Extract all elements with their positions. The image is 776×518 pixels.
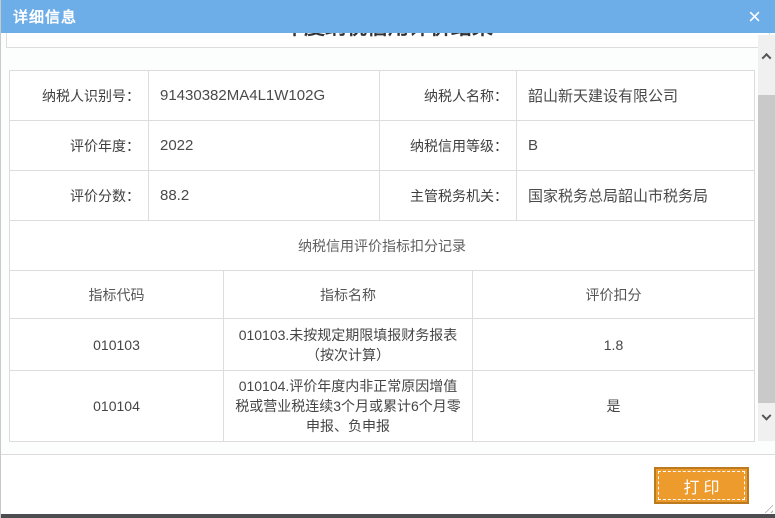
close-icon[interactable]: × (746, 6, 763, 28)
indicator-code: 010104 (10, 371, 223, 441)
table-row: 010103 010103.未按规定期限填报财务报表（按次计算） 1.8 (10, 319, 754, 371)
credit-grade-label: 纳税信用等级： (379, 121, 516, 170)
scroll-down-button[interactable] (758, 403, 775, 433)
modal-title: 详细信息 (13, 6, 77, 27)
indicator-code: 010103 (10, 319, 223, 370)
clipped-page-heading: 年度纳税信用评价结果 (283, 33, 493, 41)
table-row: 评价年度： 2022 纳税信用等级： B (10, 121, 754, 171)
taxpayer-name-value: 韶山新天建设有限公司 (516, 71, 754, 120)
tax-authority-value: 国家税务总局韶山市税务局 (516, 171, 754, 220)
eval-score-value: 88.2 (148, 171, 379, 220)
chevron-down-icon (762, 410, 772, 420)
eval-deduction: 是 (472, 371, 754, 441)
credit-grade-value: B (516, 121, 754, 170)
modal-content: 年度纳税信用评价结果 纳税人识别号： 91430382MA4L1W102G 纳税… (1, 33, 775, 455)
deduction-record-section-title: 纳税信用评价指标扣分记录 (10, 221, 754, 271)
taxpayer-info-table: 纳税人识别号： 91430382MA4L1W102G 纳税人名称： 韶山新天建设… (9, 70, 755, 442)
tax-authority-label: 主管税务机关： (379, 171, 516, 220)
print-button[interactable]: 打印 (654, 467, 749, 504)
eval-year-value: 2022 (148, 121, 379, 170)
col-eval-deduction: 评价扣分 (472, 271, 754, 318)
detail-modal: 详细信息 × 年度纳税信用评价结果 纳税人识别号： 91430382MA4L1W… (0, 0, 776, 518)
table-row: 010104 010104.评价年度内非正常原因增值税或营业税连续3个月或累计6… (10, 371, 754, 442)
table-row: 纳税人识别号： 91430382MA4L1W102G 纳税人名称： 韶山新天建设… (10, 71, 754, 121)
detail-table-header: 指标代码 指标名称 评价扣分 (10, 271, 754, 319)
scroll-up-button[interactable] (758, 41, 775, 71)
clipped-page-card: 年度纳税信用评价结果 (6, 33, 770, 48)
chevron-up-icon (762, 52, 772, 62)
table-row: 评价分数： 88.2 主管税务机关： 国家税务总局韶山市税务局 (10, 171, 754, 221)
col-indicator-name: 指标名称 (223, 271, 472, 318)
indicator-name: 010103.未按规定期限填报财务报表（按次计算） (223, 319, 472, 370)
modal-footer: 打印 (1, 455, 775, 514)
vertical-scrollbar[interactable] (758, 35, 775, 441)
modal-header: 详细信息 × (1, 0, 775, 33)
taxpayer-id-value: 91430382MA4L1W102G (148, 71, 379, 120)
window-bottom-edge (1, 514, 775, 518)
scrollbar-thumb[interactable] (758, 95, 775, 403)
eval-deduction: 1.8 (472, 319, 754, 370)
eval-score-label: 评价分数： (10, 171, 148, 220)
eval-year-label: 评价年度： (10, 121, 148, 170)
indicator-name: 010104.评价年度内非正常原因增值税或营业税连续3个月或累计6个月零申报、负… (223, 371, 472, 441)
taxpayer-name-label: 纳税人名称： (379, 71, 516, 120)
taxpayer-id-label: 纳税人识别号： (10, 71, 148, 120)
col-indicator-code: 指标代码 (10, 271, 223, 318)
